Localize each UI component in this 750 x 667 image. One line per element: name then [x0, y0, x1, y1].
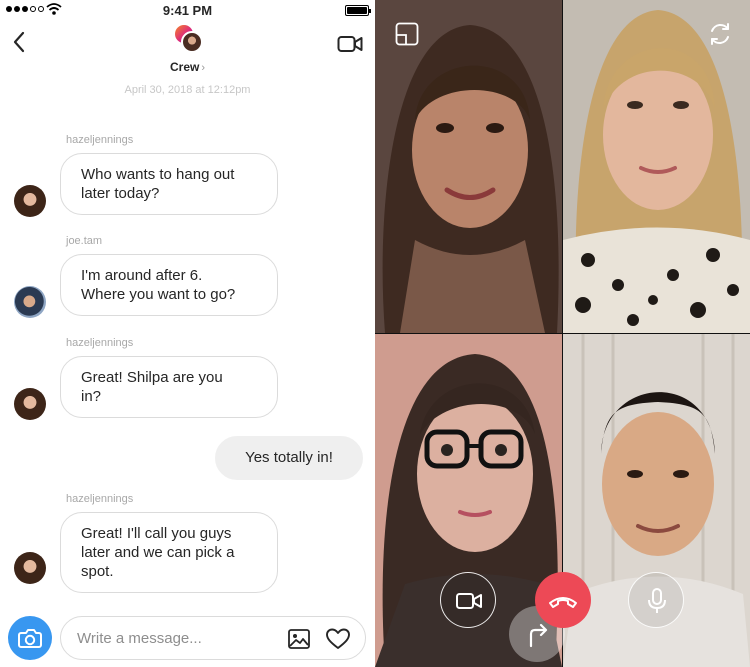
group-title[interactable]: Crew ›: [0, 60, 375, 74]
message-line: Where you want to go?: [81, 286, 236, 303]
message-line: Who wants to hang out: [81, 166, 235, 183]
message-placeholder: Write a message...: [77, 630, 202, 647]
end-call-button[interactable]: [535, 572, 591, 628]
message-line: Great! I'll call you guys: [81, 525, 232, 542]
own-message-bubble[interactable]: Yes totally in!: [215, 436, 363, 480]
avatar[interactable]: [14, 286, 46, 318]
group-name: Crew: [169, 60, 200, 74]
message-line: Great! Shilpa are you: [81, 369, 223, 386]
message-line: Yes totally in!: [245, 449, 333, 466]
participant-video: [563, 0, 750, 333]
participant-video-tile[interactable]: [375, 0, 562, 333]
microphone-icon: [648, 588, 666, 613]
message-bubble[interactable]: Who wants to hang out later today?: [60, 153, 278, 215]
message-bubble[interactable]: I'm around after 6. Where you want to go…: [60, 254, 278, 316]
image-icon[interactable]: [287, 627, 311, 651]
picture-in-picture-icon[interactable]: [395, 22, 419, 46]
status-bar: 9:41 PM: [0, 0, 375, 20]
message-sender: hazeljennings: [66, 134, 134, 146]
status-time: 9:41 PM: [162, 3, 213, 18]
message-bubble[interactable]: Great! I'll call you guys later and we c…: [60, 512, 278, 593]
message-input[interactable]: Write a message...: [60, 616, 366, 660]
group-avatar[interactable]: [173, 23, 203, 53]
message-line: later today?: [81, 185, 160, 202]
avatar[interactable]: [14, 552, 46, 584]
end-call-icon: [549, 597, 577, 608]
chevron-left-icon[interactable]: [10, 30, 30, 54]
message-line: I'm around after 6.: [81, 267, 203, 284]
message-bubble[interactable]: Great! Shilpa are you in?: [60, 356, 278, 418]
flip-camera-icon[interactable]: [706, 20, 734, 48]
video-call-panel: [375, 0, 750, 667]
camera-button[interactable]: [8, 616, 52, 660]
video-toggle-icon: [456, 593, 482, 609]
message-line: in?: [81, 388, 102, 405]
message-sender: hazeljennings: [66, 337, 134, 349]
chevron-right-icon: ›: [201, 62, 205, 74]
video-camera-icon[interactable]: [337, 34, 363, 54]
heart-icon[interactable]: [325, 627, 351, 651]
camera-icon: [18, 629, 42, 648]
message-line: spot.: [81, 563, 114, 580]
message-sender: hazeljennings: [66, 493, 134, 505]
avatar[interactable]: [14, 388, 46, 420]
participant-video-tile[interactable]: [563, 0, 750, 333]
participant-video: [375, 0, 562, 333]
battery-icon: [345, 5, 371, 16]
mute-button[interactable]: [628, 572, 684, 628]
message-composer: Write a message...: [0, 612, 375, 667]
message-line: later and we can pick a: [81, 544, 235, 561]
thread-header: Crew ›: [0, 20, 375, 84]
message-sender: joe.tam: [66, 235, 103, 247]
avatar[interactable]: [14, 185, 46, 217]
video-toggle-button[interactable]: [440, 572, 496, 628]
thread-timestamp: April 30, 2018 at 12:12pm: [124, 84, 251, 96]
direct-thread-panel: 9:41 PM Crew › April 30, 2018 at 12:12pm …: [0, 0, 375, 667]
